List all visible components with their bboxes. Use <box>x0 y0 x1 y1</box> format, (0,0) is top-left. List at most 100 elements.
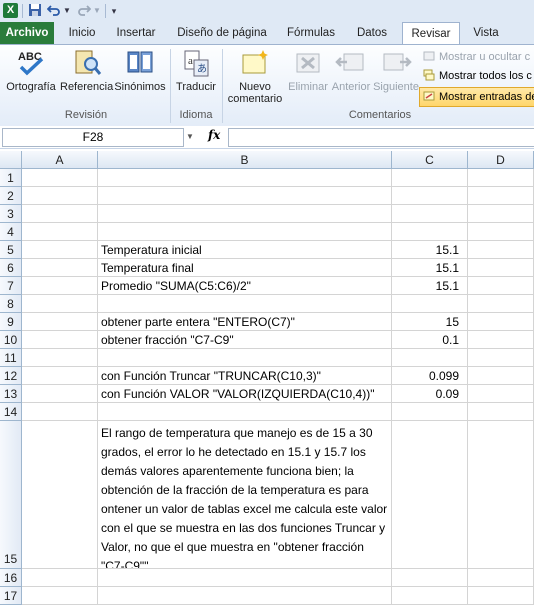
column-header-a[interactable]: A <box>22 151 98 169</box>
cell-c[interactable] <box>392 587 468 605</box>
tab-archivo[interactable]: Archivo <box>0 22 54 44</box>
tab-vista[interactable]: Vista <box>468 22 504 44</box>
undo-dropdown-icon[interactable]: ▼ <box>63 3 71 19</box>
cell-d[interactable] <box>468 223 534 241</box>
column-header-b[interactable]: B <box>98 151 392 169</box>
row-header[interactable]: 12 <box>0 367 22 385</box>
row-header[interactable]: 13 <box>0 385 22 403</box>
cell-b[interactable] <box>98 349 392 367</box>
new-comment-button[interactable]: Nuevo comentario <box>226 47 284 105</box>
name-box[interactable]: F28 <box>2 128 184 147</box>
row-header[interactable]: 2 <box>0 187 22 205</box>
next-comment-button[interactable]: Siguiente <box>372 47 420 93</box>
excel-app-icon[interactable]: X <box>3 3 18 18</box>
show-all-comments-button[interactable]: Mostrar todos los c <box>423 67 532 85</box>
cell-a[interactable] <box>22 331 98 349</box>
cell-c[interactable]: 15.1 <box>392 259 468 277</box>
redo-icon[interactable] <box>76 3 92 19</box>
cell-d[interactable] <box>468 313 534 331</box>
cell-d[interactable] <box>468 367 534 385</box>
cell-b[interactable] <box>98 569 392 587</box>
customize-qat-icon[interactable]: ▾ <box>109 3 119 19</box>
column-header-c[interactable]: C <box>392 151 468 169</box>
cell-a[interactable] <box>22 259 98 277</box>
redo-dropdown-icon[interactable]: ▼ <box>93 3 101 19</box>
cell-b[interactable]: Promedio "SUMA(C5:C6)/2" <box>98 277 392 295</box>
cell-b[interactable] <box>98 587 392 605</box>
cell-d[interactable] <box>468 295 534 313</box>
cell-d[interactable] <box>468 403 534 421</box>
cell-d[interactable] <box>468 241 534 259</box>
cell-c[interactable] <box>392 187 468 205</box>
thesaurus-button[interactable]: Sinónimos <box>113 47 167 93</box>
cell-c[interactable] <box>392 421 468 569</box>
cell-b[interactable]: obtener fracción "C7-C9" <box>98 331 392 349</box>
cell-c[interactable] <box>392 295 468 313</box>
tab-revisar[interactable]: Revisar <box>402 22 460 45</box>
cell-d[interactable] <box>468 277 534 295</box>
tab-formulas[interactable]: Fórmulas <box>283 22 339 44</box>
row-header[interactable]: 14 <box>0 403 22 421</box>
cell-a[interactable] <box>22 403 98 421</box>
row-header[interactable]: 4 <box>0 223 22 241</box>
cell-b[interactable]: El rango de temperatura que manejo es de… <box>98 421 392 569</box>
cell-b[interactable] <box>98 169 392 187</box>
cell-d[interactable] <box>468 259 534 277</box>
cell-d[interactable] <box>468 349 534 367</box>
cell-d[interactable] <box>468 569 534 587</box>
select-all-corner[interactable] <box>0 151 22 169</box>
cell-a[interactable] <box>22 421 98 569</box>
cell-c[interactable] <box>392 223 468 241</box>
cell-b[interactable]: con Función VALOR "VALOR(IZQUIERDA(C10,4… <box>98 385 392 403</box>
tab-datos[interactable]: Datos <box>352 22 392 44</box>
cell-a[interactable] <box>22 205 98 223</box>
cell-d[interactable] <box>468 169 534 187</box>
cell-a[interactable] <box>22 385 98 403</box>
cell-a[interactable] <box>22 223 98 241</box>
cell-c[interactable]: 15.1 <box>392 241 468 259</box>
cell-b[interactable] <box>98 187 392 205</box>
row-header[interactable]: 10 <box>0 331 22 349</box>
cell-c[interactable]: 0.099 <box>392 367 468 385</box>
cell-c[interactable] <box>392 349 468 367</box>
row-header[interactable]: 6 <box>0 259 22 277</box>
tab-diseno-pagina[interactable]: Diseño de página <box>174 22 270 44</box>
show-hide-comment-button[interactable]: Mostrar u ocultar c <box>423 48 530 66</box>
row-header[interactable]: 1 <box>0 169 22 187</box>
cell-a[interactable] <box>22 295 98 313</box>
spelling-button[interactable]: ABC Ortografía <box>4 47 58 93</box>
row-header[interactable]: 9 <box>0 313 22 331</box>
delete-comment-button[interactable]: Eliminar <box>286 47 330 93</box>
name-box-dropdown-icon[interactable]: ▼ <box>186 132 194 141</box>
cell-c[interactable]: 0.1 <box>392 331 468 349</box>
cell-a[interactable] <box>22 349 98 367</box>
cell-d[interactable] <box>468 331 534 349</box>
cell-c[interactable]: 15 <box>392 313 468 331</box>
row-header[interactable]: 15 <box>0 421 22 569</box>
row-header[interactable]: 8 <box>0 295 22 313</box>
undo-icon[interactable] <box>46 3 62 19</box>
show-ink-button[interactable]: Mostrar entradas de <box>419 87 534 107</box>
tab-inicio[interactable]: Inicio <box>62 22 102 44</box>
cell-a[interactable] <box>22 241 98 259</box>
insert-function-icon[interactable]: fx <box>208 128 220 142</box>
cell-c[interactable] <box>392 169 468 187</box>
cell-b[interactable]: con Función Truncar "TRUNCAR(C10,3)" <box>98 367 392 385</box>
cell-b[interactable] <box>98 403 392 421</box>
cell-d[interactable] <box>468 205 534 223</box>
row-header[interactable]: 16 <box>0 569 22 587</box>
cell-a[interactable] <box>22 277 98 295</box>
cell-a[interactable] <box>22 569 98 587</box>
cell-a[interactable] <box>22 313 98 331</box>
cell-b[interactable] <box>98 223 392 241</box>
cell-c[interactable] <box>392 569 468 587</box>
cell-d[interactable] <box>468 421 534 569</box>
cell-c[interactable] <box>392 205 468 223</box>
cell-c[interactable]: 0.09 <box>392 385 468 403</box>
row-header[interactable]: 11 <box>0 349 22 367</box>
formula-input[interactable] <box>228 128 534 147</box>
cell-b[interactable]: obtener parte entera "ENTERO(C7)" <box>98 313 392 331</box>
research-button[interactable]: Referencia <box>60 47 113 93</box>
cell-d[interactable] <box>468 385 534 403</box>
cell-a[interactable] <box>22 169 98 187</box>
